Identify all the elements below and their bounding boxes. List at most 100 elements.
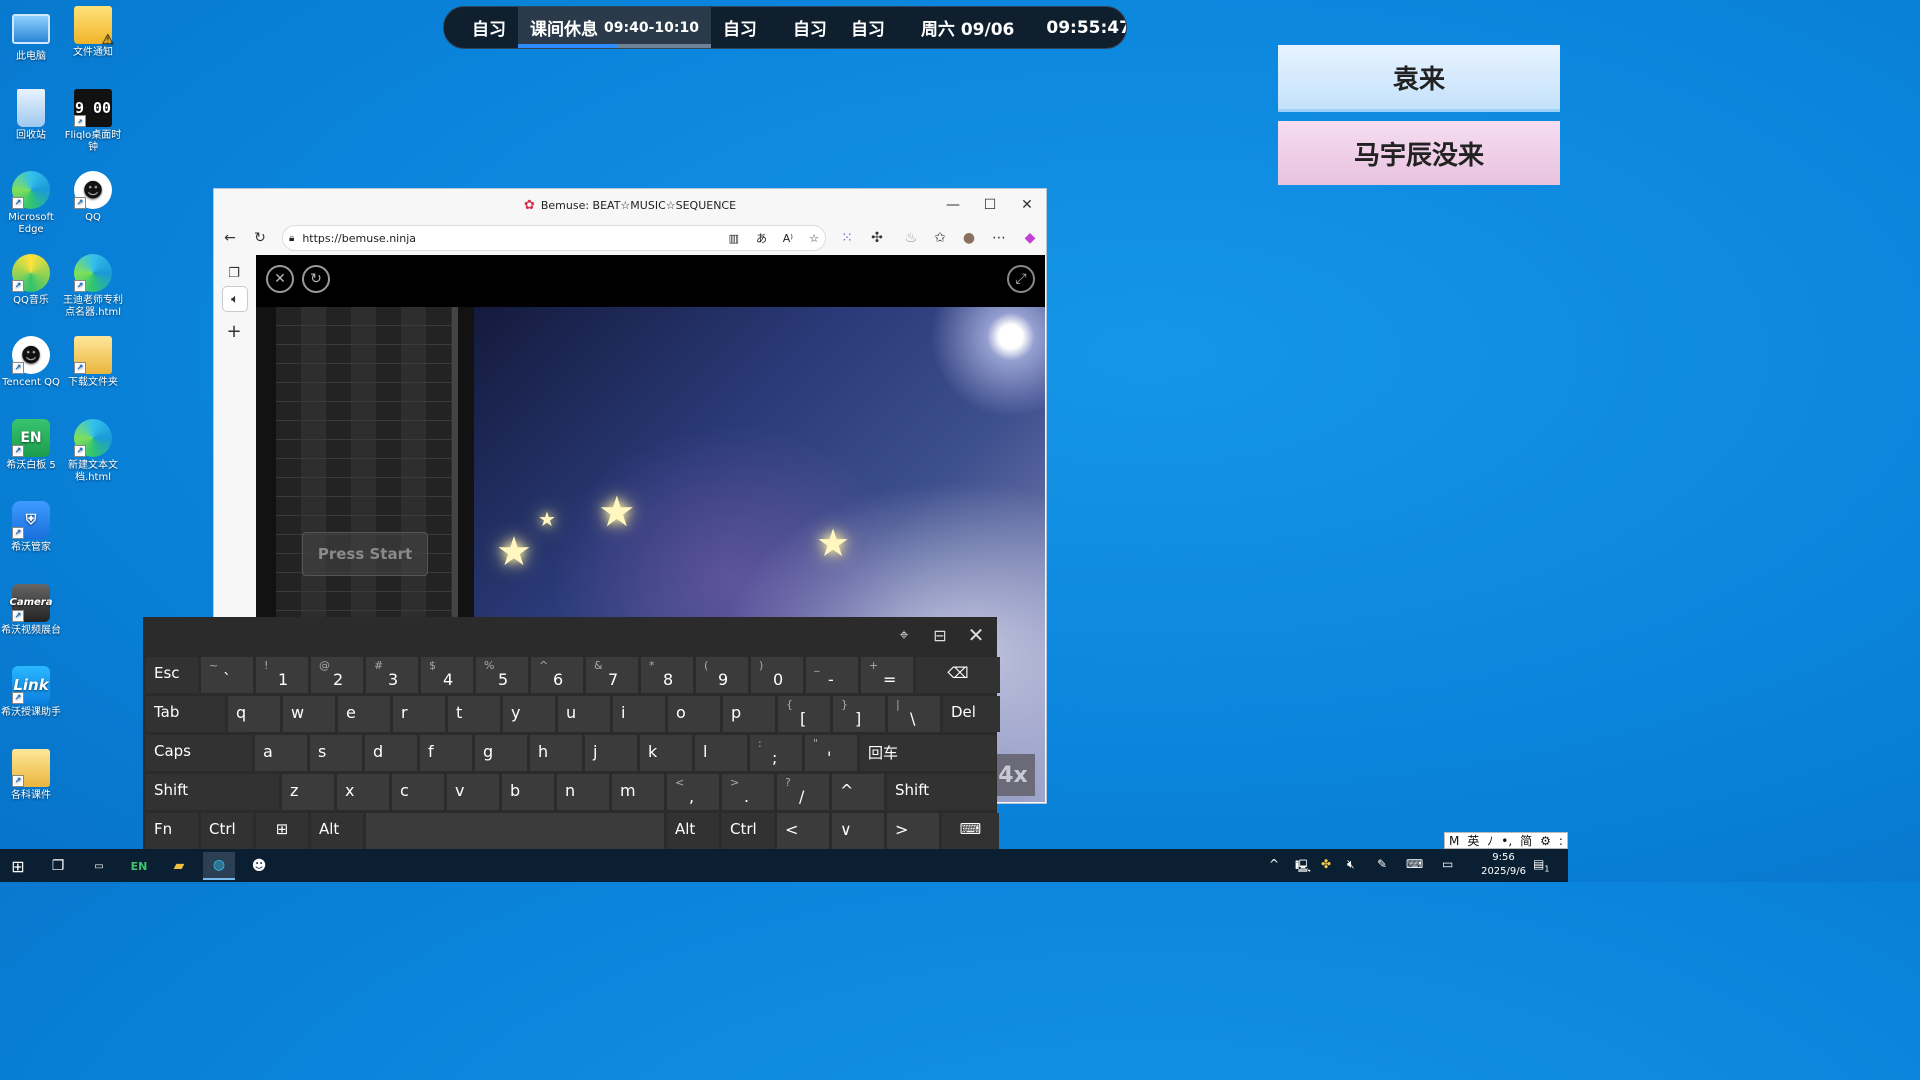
notification-icon[interactable]: ▤1 [1533, 857, 1549, 873]
desktop-icon[interactable]: EN ↗ 希沃白板 5 [0, 419, 62, 472]
desktop-icon[interactable]: ↗ 王迪老师专利点名器.html [62, 254, 124, 319]
key-caps[interactable]: Caps [146, 735, 252, 771]
key-回车[interactable]: 回车 [860, 735, 996, 771]
file-explorer-icon[interactable]: ▰ [163, 852, 195, 880]
key-w[interactable]: w [283, 696, 335, 732]
reader-mode-icon[interactable]: ▥ [729, 232, 739, 245]
key-[interactable]: ∨ [832, 813, 884, 849]
key-2[interactable]: @2 [311, 657, 363, 693]
seewo-camera-taskbar-icon[interactable]: ▭ [83, 852, 115, 880]
touch-keyboard-icon[interactable]: ⌨ [1406, 857, 1423, 871]
key-space[interactable] [366, 813, 664, 849]
key-[interactable]: _ - [806, 657, 858, 693]
key-q[interactable]: q [228, 696, 280, 732]
read-aloud-icon[interactable]: A⁾ [783, 232, 793, 245]
qq-taskbar-icon[interactable]: ☻ [243, 852, 275, 880]
key-4[interactable]: $4 [421, 657, 473, 693]
translate-icon[interactable]: あ [756, 230, 767, 246]
key-[interactable]: ^ [832, 774, 884, 810]
task-view-icon[interactable]: ❐ [42, 852, 74, 880]
key-fn[interactable]: Fn [146, 813, 198, 849]
key-d[interactable]: d [365, 735, 417, 771]
close-window-button[interactable]: ✕ [1014, 193, 1040, 217]
key-[interactable]: < [777, 813, 829, 849]
new-tab-plus-icon[interactable]: + [222, 319, 246, 343]
key-tab[interactable]: Tab [146, 696, 225, 732]
security-tray-icon[interactable]: ✤ [1321, 857, 1331, 871]
key-z[interactable]: z [282, 774, 334, 810]
key-[interactable]: ⌫ [916, 657, 1000, 693]
key-a[interactable]: a [255, 735, 307, 771]
ime-item[interactable]: •, [1501, 834, 1512, 848]
key-shift[interactable]: Shift [887, 774, 996, 810]
volume-muted-icon[interactable]: 🔇︎ [1347, 857, 1355, 872]
key-v[interactable]: v [447, 774, 499, 810]
restart-game-icon[interactable]: ↻ [302, 265, 330, 293]
key-9[interactable]: (9 [696, 657, 748, 693]
key-[interactable]: ~ ` [201, 657, 253, 693]
desktop-icon[interactable]: 回收站 [0, 89, 62, 142]
pen-icon[interactable]: ✎ [1377, 857, 1387, 871]
keyboard-close-icon[interactable]: ✕ [963, 623, 989, 647]
desktop-icon[interactable]: ⚠ 文件通知 [62, 6, 124, 59]
key-i[interactable]: i [613, 696, 665, 732]
key-esc[interactable]: Esc [146, 657, 198, 693]
key-r[interactable]: r [393, 696, 445, 732]
key-alt[interactable]: Alt [667, 813, 719, 849]
key-7[interactable]: & 7 [586, 657, 638, 693]
extension-icon[interactable]: ⁙ [835, 226, 859, 250]
desktop-icon[interactable]: ↗ 新建文本文档.html [62, 419, 124, 484]
minimize-button[interactable]: — [940, 193, 966, 217]
edge-taskbar-icon[interactable]: ◍ [203, 852, 235, 880]
desktop-icon[interactable]: 9 00 ↗ Fliqlo桌面时钟 [62, 89, 124, 154]
desktop-icon[interactable]: 此电脑 [0, 6, 62, 63]
back-icon[interactable]: ← [218, 226, 242, 250]
profile-avatar-icon[interactable]: ● [957, 226, 981, 250]
key-shift[interactable]: Shift [146, 774, 279, 810]
ime-item[interactable]: M [1449, 834, 1459, 848]
favorites-icon[interactable]: ✩ [928, 226, 952, 250]
key-e[interactable]: e [338, 696, 390, 732]
ime-item[interactable]: : [1559, 834, 1563, 848]
key-h[interactable]: h [530, 735, 582, 771]
keyboard-dock-icon[interactable]: ⊟ [927, 623, 953, 647]
press-start-button[interactable]: Press Start [302, 532, 428, 576]
desktop-icon[interactable]: ☻ ↗ Tencent QQ [0, 336, 62, 389]
attendance-present-card[interactable]: 袁来 [1278, 45, 1560, 112]
address-bar[interactable]: 🔒︎ https://bemuse.ninja ▥ あ A⁾ ☆ [282, 225, 826, 251]
key-ctrl[interactable]: Ctrl [722, 813, 774, 849]
key-c[interactable]: c [392, 774, 444, 810]
ime-item[interactable]: ﾉ [1487, 832, 1493, 849]
key-alt[interactable]: Alt [311, 813, 363, 849]
desktop-icon[interactable]: Camera ↗ 希沃视频展台 [0, 584, 62, 637]
key-o[interactable]: o [668, 696, 720, 732]
easinote-taskbar-icon[interactable]: EN [123, 852, 155, 880]
maximize-button[interactable]: ☐ [977, 193, 1003, 217]
key-[interactable]: <, [667, 774, 719, 810]
favorite-star-icon[interactable]: ☆ [809, 232, 819, 245]
key-m[interactable]: m [612, 774, 664, 810]
key-8[interactable]: * 8 [641, 657, 693, 693]
key-ctrl[interactable]: Ctrl [201, 813, 253, 849]
key-n[interactable]: n [557, 774, 609, 810]
exit-game-icon[interactable]: ✕ [266, 265, 294, 293]
desktop-icon[interactable]: ↗ QQ音乐 [0, 254, 62, 307]
key-l[interactable]: l [695, 735, 747, 771]
keyboard-move-icon[interactable]: ⌖ [891, 623, 917, 647]
key-[interactable]: ⊞ [256, 813, 308, 849]
desktop-icon[interactable]: ↗ 各科课件 [0, 749, 62, 802]
attendance-absent-card[interactable]: 马宇辰没来 [1278, 121, 1560, 185]
key-[interactable]: ⌨ [942, 813, 999, 849]
start-button-windows-icon[interactable]: ⊞ [2, 852, 34, 880]
input-indicator-icon[interactable]: ▭ [1442, 857, 1453, 871]
ime-item[interactable]: 简 [1520, 832, 1532, 849]
key-f[interactable]: f [420, 735, 472, 771]
key-g[interactable]: g [475, 735, 527, 771]
key-s[interactable]: s [310, 735, 362, 771]
key-[interactable]: ? / [777, 774, 829, 810]
key-[interactable]: {[ [778, 696, 830, 732]
key-[interactable]: " ' [805, 735, 857, 771]
key-b[interactable]: b [502, 774, 554, 810]
ime-item[interactable]: 英 [1467, 832, 1479, 849]
key-[interactable]: | \ [888, 696, 940, 732]
